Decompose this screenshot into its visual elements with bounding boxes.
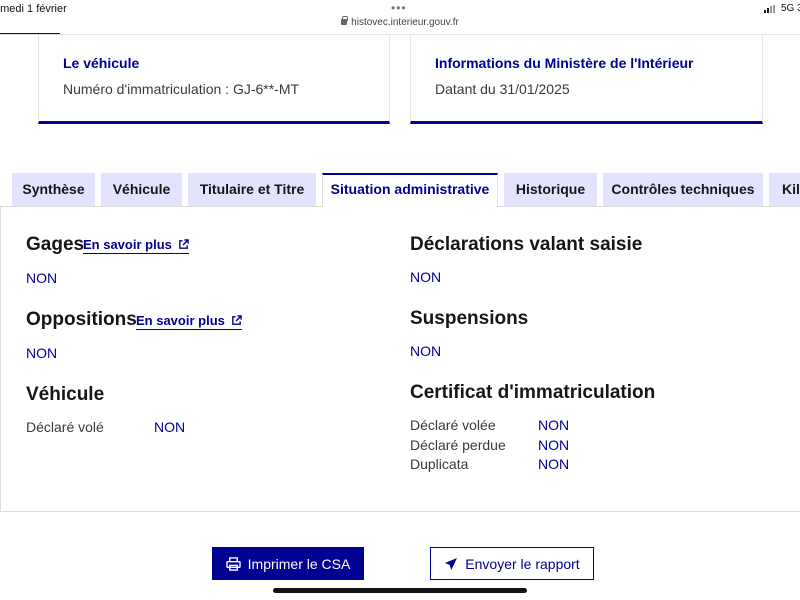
tab-synthese[interactable]: Synthèse: [12, 173, 95, 206]
gages-learn-more-link[interactable]: En savoir plus: [83, 237, 189, 254]
tab-vehicule[interactable]: Véhicule: [101, 173, 182, 206]
declarations-saisie-value: NON: [410, 269, 442, 285]
declarations-saisie-heading: Déclarations valant saisie: [410, 234, 643, 255]
oppositions-learn-more-label: En savoir plus: [136, 313, 225, 328]
gages-heading: Gages: [26, 234, 85, 255]
tab-titulaire-titre[interactable]: Titulaire et Titre: [188, 173, 316, 206]
url-text: histovec.interieur.gouv.fr: [351, 17, 459, 28]
vehicle-card-title: Le véhicule: [63, 55, 140, 71]
duplicata-label: Duplicata: [410, 456, 469, 472]
status-bar: amedi 1 février ••• histovec.interieur.g…: [0, 0, 800, 34]
declare-perdue-label: Déclaré perdue: [410, 437, 506, 453]
more-dots-icon[interactable]: •••: [391, 1, 407, 15]
send-icon: [445, 557, 458, 570]
lock-icon: [341, 16, 349, 25]
external-link-icon: [179, 239, 189, 249]
ministry-card-title: Informations du Ministère de l'Intérieur: [435, 55, 694, 71]
declare-volee-value: NON: [538, 417, 570, 433]
data-date: Datant du 31/01/2025: [435, 81, 570, 97]
declare-perdue-value: NON: [538, 437, 570, 453]
tab-controles-techniques[interactable]: Contrôles techniques: [603, 173, 763, 206]
declare-volee-label: Déclaré volée: [410, 417, 496, 433]
vehicule-heading: Véhicule: [26, 384, 105, 405]
oppositions-learn-more-link[interactable]: En savoir plus: [136, 313, 242, 330]
vehicle-card: Le véhicule Numéro d'immatriculation : G…: [38, 35, 390, 124]
send-report-button[interactable]: Envoyer le rapport: [430, 547, 594, 580]
tab-situation-administrative[interactable]: Situation administrative: [322, 173, 498, 207]
certificat-heading: Certificat d'immatriculation: [410, 382, 656, 403]
send-report-label: Envoyer le rapport: [465, 555, 580, 572]
suspensions-value: NON: [410, 343, 442, 359]
oppositions-value: NON: [26, 345, 58, 361]
network-indicator: 5G 3: [781, 3, 800, 14]
address-bar[interactable]: histovec.interieur.gouv.fr: [0, 16, 800, 28]
declare-vole-label: Déclaré volé: [26, 419, 104, 435]
situation-administrative-panel: Gages En savoir plus NON Oppositions En …: [0, 206, 800, 512]
oppositions-heading: Oppositions: [26, 309, 137, 330]
signal-icon: [764, 5, 777, 13]
tab-historique[interactable]: Historique: [504, 173, 597, 206]
tab-kilometrage[interactable]: Kilo: [769, 173, 800, 206]
tab-bar: Synthèse Véhicule Titulaire et Titre Sit…: [0, 173, 800, 207]
status-time: amedi 1 février: [0, 3, 67, 15]
suspensions-heading: Suspensions: [410, 308, 529, 329]
gages-learn-more-label: En savoir plus: [83, 237, 172, 252]
gages-value: NON: [26, 270, 58, 286]
printer-icon: [225, 556, 241, 571]
home-indicator[interactable]: [273, 588, 527, 593]
print-csa-button[interactable]: Imprimer le CSA: [212, 547, 364, 580]
declare-vole-value: NON: [154, 419, 186, 435]
print-csa-label: Imprimer le CSA: [247, 555, 351, 572]
ministry-card: Informations du Ministère de l'Intérieur…: [410, 35, 763, 124]
duplicata-value: NON: [538, 456, 570, 472]
registration-number: Numéro d'immatriculation : GJ-6**-MT: [63, 81, 300, 97]
external-link-icon: [232, 315, 242, 325]
